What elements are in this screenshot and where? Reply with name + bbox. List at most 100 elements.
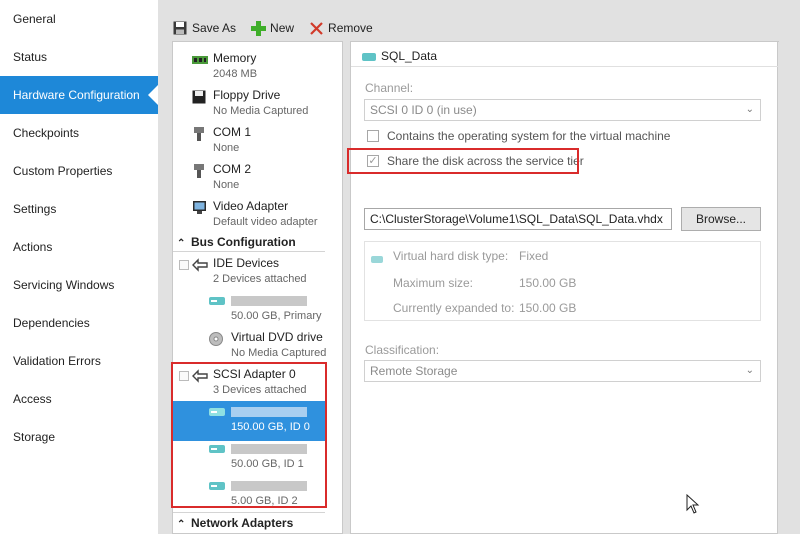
vhd-type-label: Virtual hard disk type:: [393, 249, 509, 263]
properties-header: SQL_Data: [351, 41, 779, 67]
hard-disk-icon: [209, 406, 225, 420]
hard-disk-icon: [209, 480, 225, 494]
checkmark-icon[interactable]: ✓: [367, 155, 379, 167]
channel-value: SCSI 0 ID 0 (in use): [370, 103, 477, 117]
device-com1[interactable]: COM 1 None: [173, 122, 325, 162]
network-adapters-header[interactable]: ⌃ Network Adapters: [173, 512, 325, 532]
channel-select[interactable]: SCSI 0 ID 0 (in use) ⌄: [364, 99, 761, 121]
properties-title: SQL_Data: [381, 49, 438, 63]
device-scsi-name: SCSI Adapter 0: [213, 367, 296, 381]
new-button[interactable]: New: [250, 20, 294, 36]
nav-settings[interactable]: Settings: [0, 190, 158, 228]
device-ide[interactable]: IDE Devices 2 Devices attached: [173, 253, 325, 293]
memory-icon: [192, 53, 208, 67]
device-floppy-status: No Media Captured: [213, 105, 309, 117]
vhd-path-field[interactable]: C:\ClusterStorage\Volume1\SQL_Data\SQL_D…: [364, 208, 672, 230]
chevron-down-icon: ⌄: [745, 365, 754, 376]
device-scsi-count: 3 Devices attached: [213, 384, 307, 396]
device-memory-name: Memory: [213, 51, 257, 65]
mouse-cursor-icon: [686, 493, 700, 517]
vhd-path-value: C:\ClusterStorage\Volume1\SQL_Data\SQL_D…: [370, 212, 663, 226]
max-size-label: Maximum size:: [393, 276, 474, 290]
nav-validation-errors[interactable]: Validation Errors: [0, 342, 158, 380]
os-checkbox-label: Contains the operating system for the vi…: [387, 129, 671, 143]
collapse-chevron-icon: ⌃: [177, 519, 186, 530]
bus-connector-icon: [192, 258, 208, 272]
tree-node-box: [179, 371, 189, 381]
device-com1-status: None: [213, 142, 240, 154]
redacted-name: [231, 444, 307, 454]
nav-storage[interactable]: Storage: [0, 418, 158, 456]
device-scsi-disk-1-size: 50.00 GB, ID 1: [231, 458, 304, 470]
save-as-label: Save As: [192, 21, 237, 35]
device-ide-disk-size: 50.00 GB, Primary: [231, 310, 322, 322]
classification-value: Remote Storage: [370, 364, 458, 378]
save-as-button[interactable]: Save As: [172, 20, 236, 36]
classification-label: Classification:: [365, 343, 440, 357]
device-ide-disk[interactable]: 50.00 GB, Primary: [173, 290, 325, 330]
expanded-label: Currently expanded to:: [393, 301, 515, 315]
floppy-icon: [192, 90, 208, 104]
max-size-value: 150.00 GB: [519, 276, 577, 290]
device-scsi-disk-0-size: 150.00 GB, ID 0: [231, 421, 310, 433]
bus-configuration-label: Bus Configuration: [191, 235, 296, 249]
nav-checkpoints[interactable]: Checkpoints: [0, 114, 158, 152]
hard-disk-icon: [209, 443, 225, 457]
hard-disk-icon: [362, 51, 376, 65]
hardware-device-list: Memory 2048 MB Floppy Drive No Media Cap…: [172, 41, 343, 534]
device-floppy-name: Floppy Drive: [213, 88, 281, 102]
device-virtual-dvd[interactable]: Virtual DVD drive No Media Captured: [173, 327, 326, 367]
left-navigation: General Status Hardware Configuration Ch…: [0, 0, 158, 534]
bus-configuration-header[interactable]: ⌃ Bus Configuration: [173, 232, 325, 252]
device-scsi-disk-2[interactable]: 5.00 GB, ID 2: [173, 475, 325, 515]
nav-access[interactable]: Access: [0, 380, 158, 418]
device-ide-count: 2 Devices attached: [213, 273, 307, 285]
nav-hardware-configuration[interactable]: Hardware Configuration: [0, 76, 158, 114]
monitor-icon: [192, 201, 208, 215]
nav-status[interactable]: Status: [0, 38, 158, 76]
os-checkbox[interactable]: Contains the operating system for the vi…: [367, 129, 670, 143]
collapse-chevron-icon: ⌃: [177, 238, 186, 249]
nav-servicing-windows[interactable]: Servicing Windows: [0, 266, 158, 304]
share-disk-checkbox[interactable]: ✓ Share the disk across the service tier: [367, 154, 584, 168]
browse-button[interactable]: Browse...: [681, 207, 761, 231]
bus-connector-icon: [192, 369, 208, 383]
device-floppy-drive[interactable]: Floppy Drive No Media Captured: [173, 85, 325, 125]
device-scsi-disk-1-name-redacted: [231, 441, 307, 457]
remove-x-icon: [308, 20, 324, 36]
device-ide-name: IDE Devices: [213, 256, 280, 270]
classification-select[interactable]: Remote Storage ⌄: [364, 360, 761, 382]
remove-label: Remove: [328, 21, 373, 35]
dvd-disc-icon: [209, 332, 225, 346]
browse-label: Browse...: [695, 212, 746, 226]
chevron-down-icon: ⌄: [745, 104, 754, 115]
floppy-save-icon: [172, 20, 188, 36]
device-scsi-disk-1[interactable]: 50.00 GB, ID 1: [173, 438, 325, 478]
device-scsi-disk-2-size: 5.00 GB, ID 2: [231, 495, 298, 507]
disk-properties-panel: SQL_Data Channel: SCSI 0 ID 0 (in use) ⌄…: [350, 41, 779, 534]
device-com2-status: None: [213, 179, 240, 191]
device-scsi-adapter[interactable]: SCSI Adapter 0 3 Devices attached: [173, 364, 325, 404]
hard-disk-icon: [209, 295, 225, 309]
hard-disk-icon: [371, 253, 383, 267]
nav-custom-properties[interactable]: Custom Properties: [0, 152, 158, 190]
device-scsi-disk-0[interactable]: 150.00 GB, ID 0: [173, 401, 325, 441]
nav-general[interactable]: General: [0, 0, 158, 38]
checkbox-box[interactable]: [367, 130, 379, 142]
expanded-value: 150.00 GB: [519, 301, 577, 315]
device-video-adapter[interactable]: Video Adapter Default video adapter: [173, 196, 325, 236]
nav-actions[interactable]: Actions: [0, 228, 158, 266]
remove-button[interactable]: Remove: [308, 20, 373, 36]
device-com1-name: COM 1: [213, 125, 252, 139]
device-scsi-disk-0-name-redacted: [231, 404, 307, 420]
device-video-name: Video Adapter: [213, 199, 289, 213]
nav-dependencies[interactable]: Dependencies: [0, 304, 158, 342]
device-com2[interactable]: COM 2 None: [173, 159, 325, 199]
redacted-name: [231, 296, 307, 306]
com-port-icon: [192, 164, 208, 178]
com-port-icon: [192, 127, 208, 141]
plus-icon: [250, 20, 266, 36]
redacted-name: [231, 407, 307, 417]
device-memory[interactable]: Memory 2048 MB: [173, 48, 325, 88]
redacted-name: [231, 481, 307, 491]
